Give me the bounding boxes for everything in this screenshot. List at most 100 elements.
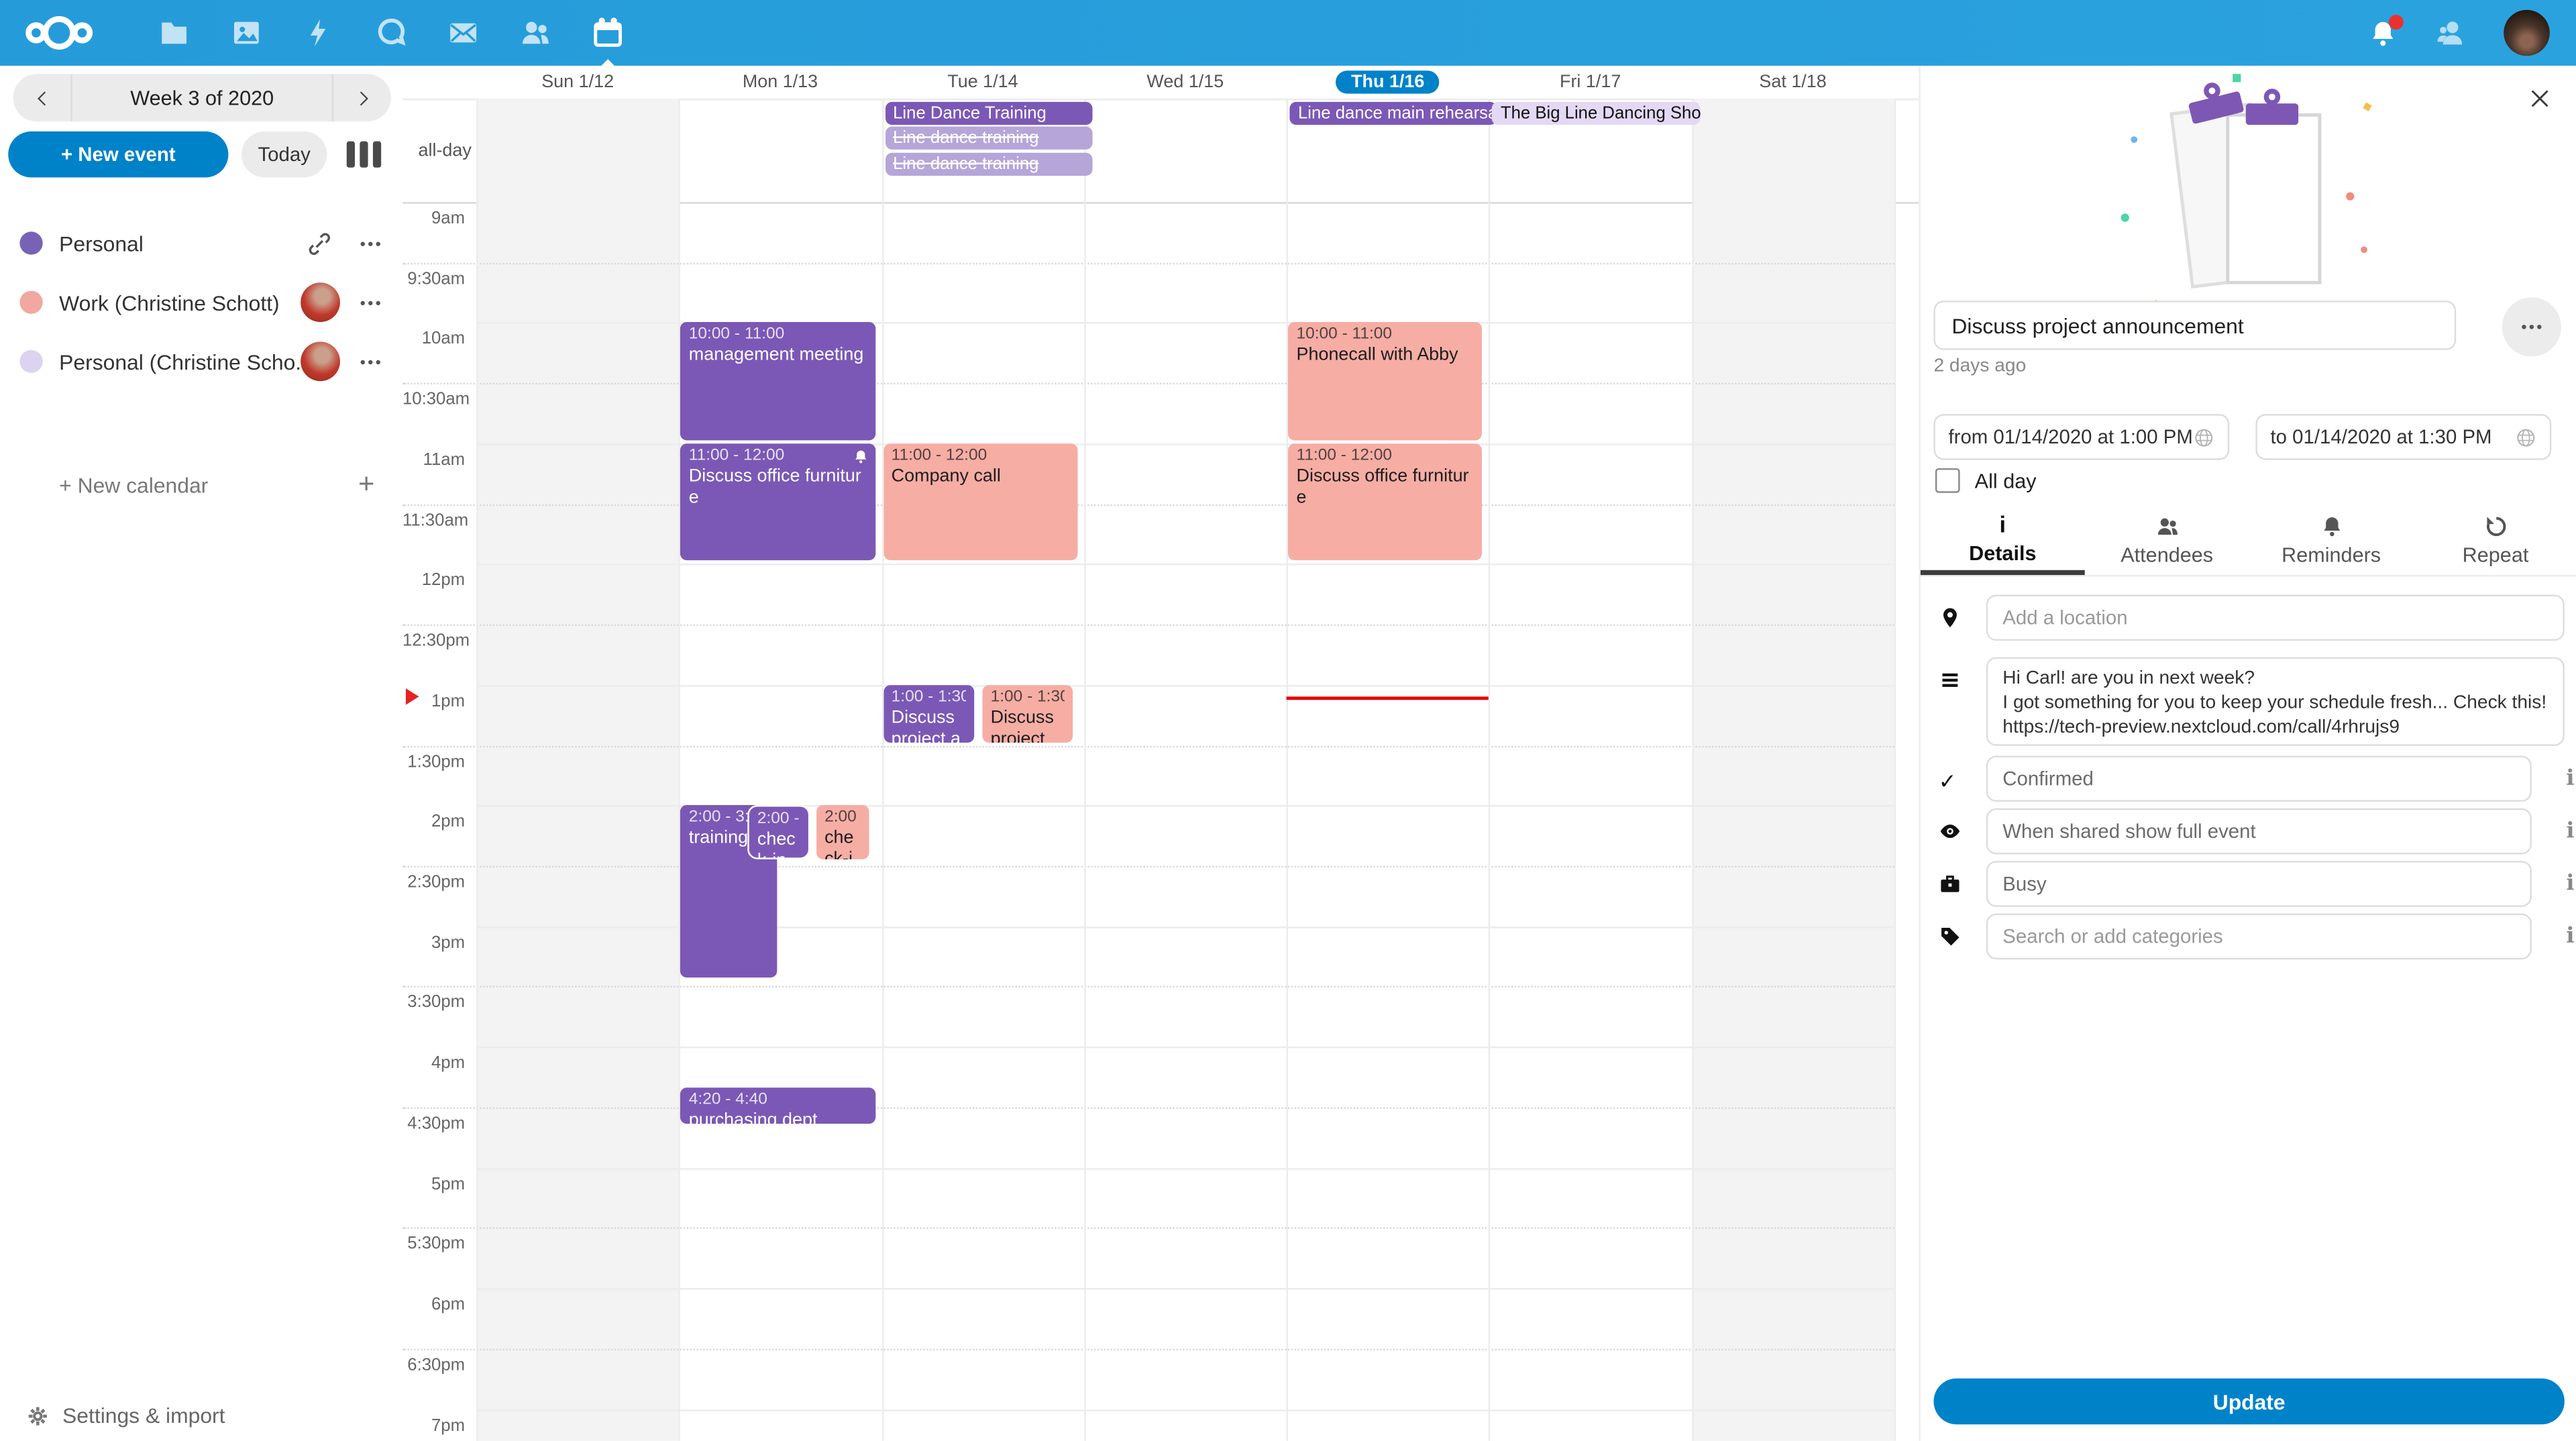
calendar-menu-icon[interactable]: [358, 290, 383, 315]
freebusy-select[interactable]: Busy: [1986, 861, 2532, 907]
new-event-button[interactable]: + New event: [8, 131, 228, 178]
location-input[interactable]: [1986, 595, 2565, 641]
half-hour-gridline: [402, 745, 1894, 747]
calendar-event[interactable]: 11:00 - 12:00Discuss office furniture: [681, 443, 875, 561]
timezone-globe-icon[interactable]: [2515, 427, 2536, 448]
all-day-event[interactable]: Line Dance Training: [885, 102, 1092, 125]
calendar-list-item[interactable]: Personal: [0, 213, 402, 272]
event-title: Discuss project announcement: [892, 708, 966, 742]
time-axis-label: 10am: [402, 329, 465, 349]
info-icon[interactable]: i: [2566, 819, 2574, 844]
description-textarea[interactable]: Hi Carl! are you in next week? I got som…: [1986, 657, 2565, 746]
calendar-event[interactable]: 10:00 - 11:00management meeting: [681, 323, 875, 440]
time-axis-label: 4pm: [402, 1053, 465, 1073]
tab-repeat[interactable]: Repeat: [2414, 506, 2576, 575]
mail-app-icon[interactable]: [447, 16, 480, 49]
calendar-list-item[interactable]: Personal (Christine Scho...: [0, 332, 402, 391]
talk-app-icon[interactable]: [374, 16, 407, 49]
contacts-menu-icon[interactable]: [2434, 16, 2467, 49]
navbar-right: [2367, 10, 2576, 56]
info-icon[interactable]: i: [2566, 766, 2574, 791]
all-day-event[interactable]: The Big Line Dancing Show: [1493, 102, 1700, 125]
previous-week-button[interactable]: [13, 74, 72, 121]
contacts-app-icon[interactable]: [519, 16, 552, 49]
day-header[interactable]: Thu 1/16: [1287, 66, 1489, 99]
day-header[interactable]: Sun 1/12: [476, 66, 679, 99]
update-button[interactable]: Update: [1933, 1379, 2564, 1425]
detail-row: Busy i: [1933, 861, 2576, 907]
calendar-event[interactable]: 11:00 - 12:00Discuss office furniture: [1288, 443, 1483, 561]
actions-menu-button[interactable]: [2502, 297, 2561, 356]
nextcloud-logo[interactable]: [23, 10, 95, 56]
activity-app-icon[interactable]: [303, 16, 335, 49]
user-avatar[interactable]: [2504, 10, 2550, 56]
all-day-event[interactable]: Line dance training: [885, 127, 1092, 150]
calendar-event[interactable]: 1:00 - 1:30Discuss project: [982, 685, 1073, 742]
day-header[interactable]: Mon 1/13: [679, 66, 881, 99]
tab-details[interactable]: iDetails: [1921, 506, 2085, 575]
all-day-event[interactable]: Line dance main rehearsal: [1290, 102, 1497, 125]
calendar-color-dot[interactable]: [19, 290, 42, 313]
categories-input[interactable]: [1986, 914, 2532, 960]
date-row: from 01/14/2020 at 1:00 PM to 01/14/2020…: [1933, 414, 2564, 460]
start-datetime-field[interactable]: from 01/14/2020 at 1:00 PM: [1933, 414, 2229, 460]
event-title: purchasing dept: [689, 1110, 867, 1124]
calendar-event[interactable]: 1:00 - 1:30Discuss project announcement: [883, 685, 974, 742]
info-icon[interactable]: i: [2566, 924, 2574, 949]
time-axis-label: 5:30pm: [402, 1234, 465, 1254]
half-hour-gridline: [402, 866, 1894, 867]
event-title: Discuss office furniture: [1297, 466, 1474, 509]
column-divider: [476, 202, 478, 1441]
half-hour-gridline: [402, 625, 1894, 626]
calendar-color-dot[interactable]: [19, 231, 42, 254]
day-header[interactable]: Tue 1/14: [881, 66, 1084, 99]
calendar-name: Personal: [59, 231, 307, 256]
week-view-toggle-icon[interactable]: [347, 142, 381, 168]
event-title-input[interactable]: [1933, 301, 2456, 350]
half-hour-gridline: [402, 262, 1894, 264]
all-day-checkbox[interactable]: [1935, 468, 1960, 493]
week-label[interactable]: Week 3 of 2020: [72, 74, 332, 121]
time-axis-label: 3:30pm: [402, 993, 465, 1012]
photos-app-icon[interactable]: [230, 16, 263, 49]
current-time-marker: [406, 689, 419, 705]
notifications-bell-icon[interactable]: [2367, 17, 2399, 49]
next-week-button[interactable]: [332, 74, 391, 121]
calendar-event[interactable]: 2:00 - 2:25check-in: [816, 806, 869, 859]
tab-label: Attendees: [2121, 544, 2213, 567]
end-datetime-field[interactable]: to 01/14/2020 at 1:30 PM: [2255, 414, 2551, 460]
tab-reminders[interactable]: Reminders: [2249, 506, 2414, 575]
calendar-event[interactable]: 2:00 - 2:25check-in: [747, 806, 810, 859]
info-icon[interactable]: i: [2566, 871, 2574, 896]
calendar-event[interactable]: 11:00 - 12:00Company call: [883, 443, 1077, 561]
all-day-events-area[interactable]: Line Dance TrainingLine dance trainingLi…: [402, 99, 1919, 202]
share-link-icon[interactable]: [307, 231, 332, 256]
tab-attendees[interactable]: Attendees: [2085, 506, 2249, 575]
calendar-menu-icon[interactable]: [358, 349, 383, 374]
calendar-app-icon[interactable]: [592, 16, 625, 49]
column-divider: [1894, 202, 1896, 1441]
event-title: check-in: [824, 829, 861, 859]
time-grid[interactable]: 9am9:30am10am10:30am11am11:30am12pm12:30…: [402, 202, 1919, 1441]
calendar-event[interactable]: 10:00 - 11:00Phonecall with Abby: [1288, 323, 1483, 440]
visibility-select[interactable]: When shared show full event: [1986, 808, 2532, 855]
settings-import-button[interactable]: Settings & import: [26, 1403, 225, 1428]
calendar-event[interactable]: 4:20 - 4:40purchasing dept: [681, 1087, 875, 1124]
calendar-color-dot[interactable]: [19, 350, 42, 373]
close-icon[interactable]: [2527, 85, 2553, 111]
status-select[interactable]: Confirmed: [1986, 756, 2532, 802]
top-navbar: [0, 0, 2576, 66]
today-button[interactable]: Today: [241, 131, 327, 178]
day-header[interactable]: Sat 1/18: [1692, 66, 1894, 99]
files-app-icon[interactable]: [158, 16, 191, 49]
timezone-globe-icon[interactable]: [2193, 427, 2214, 448]
calendar-list-item[interactable]: Work (Christine Schott): [0, 273, 402, 332]
all-day-event[interactable]: Line dance training: [885, 152, 1092, 175]
select-value: When shared show full event: [2002, 820, 2255, 843]
day-header[interactable]: Fri 1/17: [1489, 66, 1692, 99]
day-header[interactable]: Wed 1/15: [1084, 66, 1287, 99]
new-calendar-button[interactable]: + New calendar +: [19, 460, 382, 509]
all-day-checkbox-label: All day: [1975, 469, 2037, 492]
time-axis-label: 1:30pm: [402, 752, 465, 771]
calendar-menu-icon[interactable]: [358, 231, 383, 256]
